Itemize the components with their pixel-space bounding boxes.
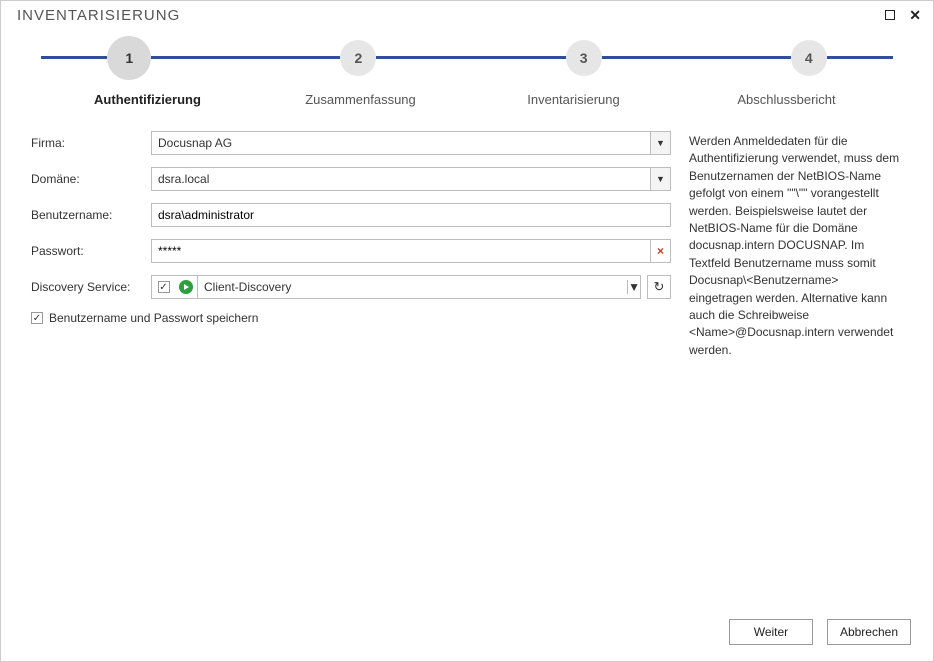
play-icon [179, 280, 193, 294]
discovery-refresh-button[interactable]: ↻ [647, 275, 671, 299]
label-firma: Firma: [31, 136, 151, 150]
firma-dropdown-button[interactable]: ▼ [650, 132, 670, 154]
window-title: INVENTARISIERUNG [17, 7, 180, 24]
discovery-combobox[interactable]: Client-Discovery ▼ [197, 275, 641, 299]
passwort-clear-button[interactable]: × [650, 240, 670, 262]
label-passwort: Passwort: [31, 244, 151, 258]
step-3[interactable]: 3 [566, 40, 602, 76]
benutzer-input[interactable] [151, 203, 671, 227]
discovery-status-icon [175, 275, 197, 299]
cancel-button[interactable]: Abbrechen [827, 619, 911, 645]
maximize-icon[interactable] [885, 7, 895, 24]
label-domaene: Domäne: [31, 172, 151, 186]
remember-checkbox[interactable]: ✓ [31, 312, 43, 324]
step-4[interactable]: 4 [791, 40, 827, 76]
next-button[interactable]: Weiter [729, 619, 813, 645]
clear-x-icon: × [657, 244, 664, 258]
domaene-dropdown-button[interactable]: ▼ [650, 168, 670, 190]
discovery-enable-checkbox[interactable]: ✓ [151, 275, 175, 299]
close-icon[interactable]: ✕ [909, 7, 921, 24]
step-2[interactable]: 2 [340, 40, 376, 76]
step-label-2: Zusammenfassung [254, 92, 467, 107]
chevron-down-icon: ▼ [656, 174, 665, 184]
chevron-down-icon: ▼ [628, 280, 640, 294]
chevron-down-icon: ▼ [656, 138, 665, 148]
checkbox-checked-icon: ✓ [158, 281, 170, 293]
passwort-input[interactable] [151, 239, 671, 263]
label-benutzer: Benutzername: [31, 208, 151, 222]
refresh-icon: ↻ [654, 279, 665, 295]
domaene-value: dsra.local [158, 172, 650, 186]
help-text: Werden Anmeldedaten für die Authentifizi… [689, 131, 903, 359]
label-discovery: Discovery Service: [31, 280, 151, 294]
discovery-dropdown-button[interactable]: ▼ [627, 280, 640, 294]
step-label-4: Abschlussbericht [680, 92, 893, 107]
discovery-value: Client-Discovery [204, 280, 627, 294]
remember-label: Benutzername und Passwort speichern [49, 311, 258, 325]
step-label-3: Inventarisierung [467, 92, 680, 107]
firma-combobox[interactable]: Docusnap AG ▼ [151, 131, 671, 155]
firma-value: Docusnap AG [158, 136, 650, 150]
step-label-1: Authentifizierung [41, 92, 254, 107]
domaene-combobox[interactable]: dsra.local ▼ [151, 167, 671, 191]
step-1[interactable]: 1 [107, 36, 151, 80]
